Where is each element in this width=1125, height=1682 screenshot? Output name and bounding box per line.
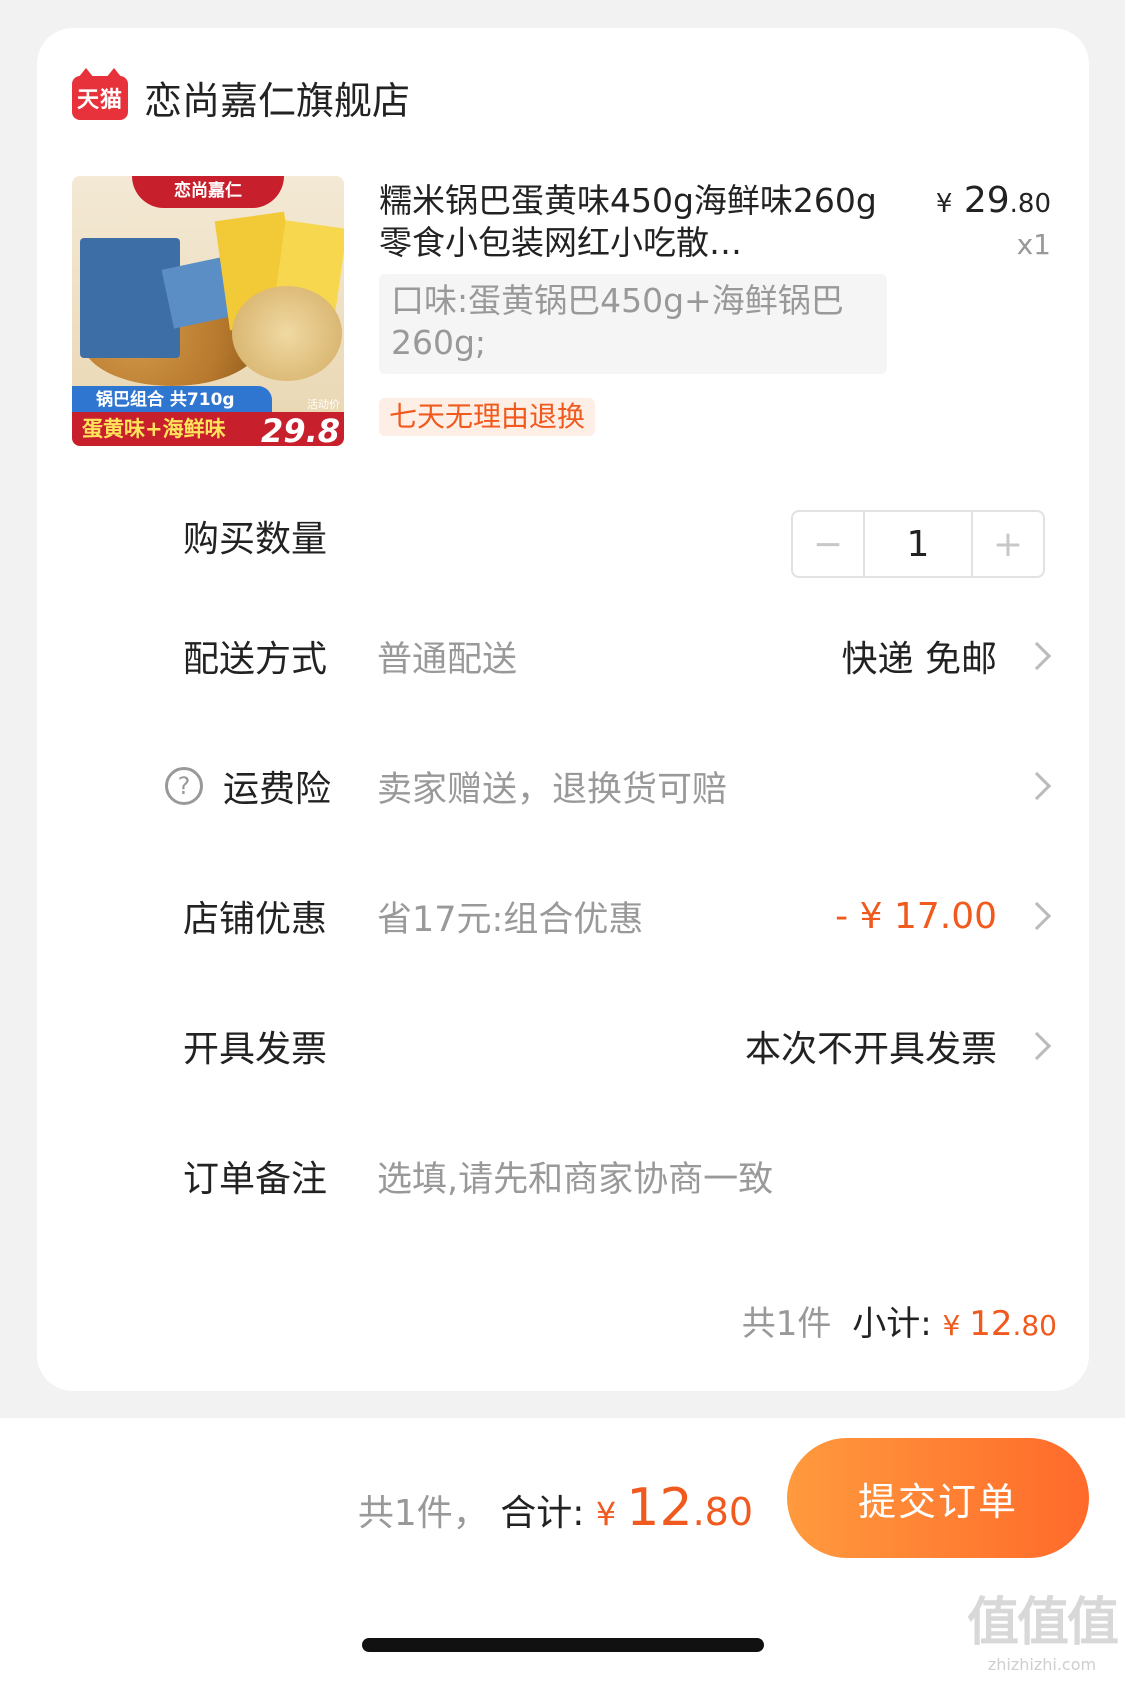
discount-amount: - ¥ 17.00 — [835, 895, 997, 937]
decrease-button[interactable]: − — [793, 512, 865, 576]
product-image-price-tag: 活动价 29.8 — [261, 396, 340, 446]
product-image-combo: 锅巴组合 共710g — [72, 386, 272, 414]
insurance-label: 运费险 — [223, 769, 332, 810]
checkout-bar: 共1件， 合计: ¥ 12.80 提交订单 值值值 zhizhizhi.com — [0, 1418, 1125, 1682]
product-price: ¥ 29.80 — [936, 180, 1051, 225]
quantity-value[interactable]: 1 — [865, 512, 971, 576]
increase-button[interactable]: + — [971, 512, 1043, 576]
store-header[interactable]: 天猫 恋尚嘉仁旗舰店 — [72, 67, 410, 125]
total-amount: ¥ 12.80 — [595, 1478, 753, 1538]
subtotal-currency: ¥ — [942, 1309, 970, 1342]
total-dec: .80 — [692, 1490, 753, 1534]
chevron-right-icon[interactable] — [1022, 771, 1052, 801]
question-icon[interactable]: ? — [165, 767, 203, 805]
watermark-url: zhizhizhi.com — [987, 1655, 1097, 1674]
chevron-right-icon[interactable] — [1022, 1031, 1052, 1061]
total-currency: ¥ — [595, 1495, 627, 1533]
delivery-label: 配送方式 — [183, 639, 328, 680]
chevron-right-icon[interactable] — [1022, 641, 1052, 671]
subtotal-dec: .80 — [1012, 1309, 1057, 1342]
subtotal-label: 小计: — [852, 1304, 932, 1344]
price-currency: ¥ — [935, 189, 953, 219]
product-image-brand: 恋尚嘉仁 — [132, 176, 284, 208]
subtotal-amount: ¥ 12.80 — [942, 1304, 1057, 1344]
total-int: 12 — [626, 1478, 693, 1538]
insurance-desc: 卖家赠送，退换货可赔 — [377, 769, 728, 810]
delivery-row[interactable]: 配送方式 普通配送 快递 免邮 — [37, 616, 1089, 696]
submit-order-button[interactable]: 提交订单 — [787, 1438, 1089, 1558]
price-dec: .80 — [1009, 189, 1051, 219]
delivery-type: 普通配送 — [377, 639, 518, 680]
invoice-label: 开具发票 — [183, 1029, 328, 1070]
order-note-row[interactable]: 订单备注 选填,请先和商家协商一致 — [37, 1136, 1089, 1216]
delivery-value: 快递 免邮 — [841, 639, 997, 680]
product-quantity: x1 — [1016, 228, 1051, 261]
quantity-label: 购买数量 — [183, 519, 328, 560]
order-total: 共1件， 合计: ¥ 12.80 — [358, 1478, 753, 1538]
total-count: 共1件， — [357, 1493, 489, 1534]
invoice-value: 本次不开具发票 — [744, 1029, 997, 1070]
note-input[interactable]: 选填,请先和商家协商一致 — [377, 1151, 773, 1202]
package-graphic — [80, 238, 180, 358]
return-policy-badge: 七天无理由退换 — [379, 398, 596, 436]
discount-desc: 省17元:组合优惠 — [377, 899, 644, 940]
product-image[interactable]: 恋尚嘉仁 锅巴组合 共710g 蛋黄味+海鲜味 活动价 29.8 — [72, 176, 344, 446]
order-card: 天猫 恋尚嘉仁旗舰店 恋尚嘉仁 锅巴组合 共710g 蛋黄味+海鲜味 活动价 2… — [37, 28, 1089, 1391]
note-label: 订单备注 — [183, 1159, 328, 1200]
activity-price: 29.8 — [261, 412, 340, 446]
tmall-logo-icon: 天猫 — [72, 67, 128, 120]
home-indicator[interactable] — [362, 1638, 764, 1652]
price-int: 29 — [963, 180, 1010, 221]
watermark-logo: 值值值 zhizhizhi.com — [966, 1580, 1119, 1674]
activity-label: 活动价 — [307, 398, 340, 411]
store-discount-row[interactable]: 店铺优惠 省17元:组合优惠 - ¥ 17.00 — [37, 876, 1089, 956]
product-title[interactable]: 糯米锅巴蛋黄味450g海鲜味260g零食小包装网红小吃散… — [379, 180, 879, 264]
shipping-insurance-row[interactable]: ? 运费险 卖家赠送，退换货可赔 — [37, 746, 1089, 826]
subtotal: 共1件 小计: ¥ 12.80 — [742, 1296, 1057, 1345]
food-graphic — [232, 286, 342, 381]
total-label: 合计: — [500, 1493, 585, 1534]
product-flavor[interactable]: 口味:蛋黄锅巴450g+海鲜锅巴260g; — [379, 274, 887, 374]
invoice-row[interactable]: 开具发票 本次不开具发票 — [37, 1006, 1089, 1086]
watermark-text: 值值值 — [966, 1593, 1119, 1653]
discount-label: 店铺优惠 — [183, 899, 328, 940]
subtotal-int: 12 — [969, 1304, 1013, 1344]
subtotal-count: 共1件 — [741, 1304, 832, 1344]
store-name[interactable]: 恋尚嘉仁旗舰店 — [144, 70, 410, 125]
chevron-right-icon[interactable] — [1022, 901, 1052, 931]
quantity-stepper[interactable]: − 1 + — [791, 510, 1045, 578]
